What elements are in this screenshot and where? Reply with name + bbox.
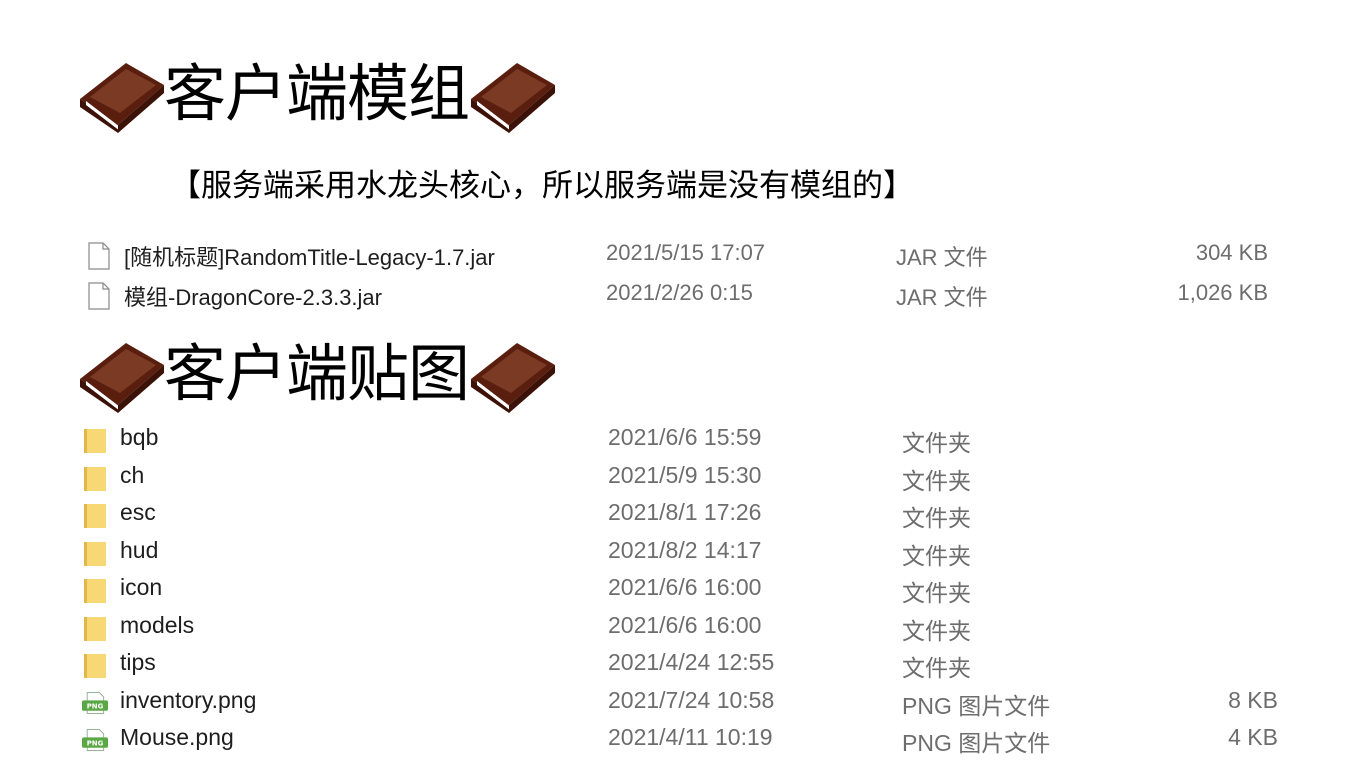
file-name: models <box>120 611 195 638</box>
file-name: inventory.png <box>120 686 257 713</box>
file-name: 模组-DragonCore-2.3.3.jar <box>124 285 382 310</box>
file-type: 文件夹 <box>902 467 971 494</box>
svg-text:PNG: PNG <box>87 740 104 748</box>
folder-row[interactable]: hud 2021/8/2 14:17 文件夹 <box>0 533 1366 569</box>
file-modified: 2021/8/1 17:26 <box>608 499 762 525</box>
folder-icon <box>84 504 106 528</box>
png-icon: PNG <box>82 729 108 751</box>
file-type: PNG 图片文件 <box>902 692 1051 719</box>
png-icon: PNG <box>82 691 108 714</box>
file-modified: 2021/2/26 0:15 <box>606 280 753 305</box>
file-modified: 2021/5/9 15:30 <box>608 461 762 488</box>
folder-icon <box>84 579 106 603</box>
file-modified: 2021/6/6 15:59 <box>608 424 762 450</box>
file-name: ch <box>120 461 145 488</box>
folder-row[interactable]: icon 2021/6/6 16:00 文件夹 <box>0 570 1366 606</box>
folder-row[interactable]: ch 2021/5/9 15:30 文件夹 <box>0 458 1366 494</box>
file-icon <box>88 242 110 270</box>
file-name: [随机标题]RandomTitle-Legacy-1.7.jar <box>124 245 495 270</box>
mods-section-heading: 客户端模组 <box>76 54 557 134</box>
file-type: 文件夹 <box>902 617 971 644</box>
file-type: PNG 图片文件 <box>902 730 1051 756</box>
file-modified: 2021/5/15 17:07 <box>606 240 766 265</box>
file-name: esc <box>120 499 156 525</box>
file-modified: 2021/8/2 14:17 <box>608 536 762 563</box>
server-note: 【服务端采用水龙头核心，所以服务端是没有模组的】 <box>170 168 914 204</box>
folder-icon <box>84 429 106 453</box>
file-type: 文件夹 <box>902 542 971 569</box>
file-type: JAR 文件 <box>896 245 988 270</box>
folder-icon <box>84 466 106 491</box>
file-row[interactable]: [随机标题]RandomTitle-Legacy-1.7.jar 2021/5/… <box>0 236 1366 272</box>
section-title: 客户端模组 <box>164 57 470 130</box>
file-row[interactable]: 模组-DragonCore-2.3.3.jar 2021/2/26 0:15 J… <box>0 276 1366 312</box>
file-row[interactable]: PNG Mouse.png 2021/4/11 10:19 PNG 图片文件 4… <box>0 720 1366 756</box>
file-modified: 2021/4/11 10:19 <box>608 724 773 750</box>
book-icon <box>471 63 556 133</box>
folder-row[interactable]: models 2021/6/6 16:00 文件夹 <box>0 608 1366 644</box>
file-name: Mouse.png <box>120 724 234 750</box>
book-icon <box>80 63 164 133</box>
book-icon <box>471 343 556 413</box>
file-modified: 2021/6/6 16:00 <box>608 574 762 600</box>
folder-row[interactable]: bqb 2021/6/6 15:59 文件夹 <box>0 420 1366 456</box>
file-size: 1,026 KB <box>1177 280 1268 305</box>
file-icon <box>88 282 110 310</box>
textures-section-heading: 客户端贴图 <box>76 334 557 414</box>
svg-text:PNG: PNG <box>87 702 104 710</box>
file-size: 8 KB <box>1228 686 1278 713</box>
book-icon <box>80 343 164 413</box>
file-type: 文件夹 <box>902 580 971 606</box>
section-title: 客户端贴图 <box>164 337 470 410</box>
file-name: icon <box>120 574 163 600</box>
file-modified: 2021/4/24 12:55 <box>608 649 775 675</box>
file-modified: 2021/7/24 10:58 <box>608 686 775 713</box>
file-name: hud <box>120 536 159 563</box>
file-type: 文件夹 <box>902 430 971 456</box>
file-type: JAR 文件 <box>896 285 988 310</box>
folder-icon <box>84 541 106 566</box>
file-size: 4 KB <box>1228 724 1278 750</box>
file-type: 文件夹 <box>902 655 971 681</box>
folder-icon <box>84 616 106 641</box>
file-name: bqb <box>120 424 159 450</box>
folder-icon <box>84 654 106 678</box>
file-type: 文件夹 <box>902 505 971 531</box>
folder-row[interactable]: tips 2021/4/24 12:55 文件夹 <box>0 645 1366 681</box>
file-name: tips <box>120 649 156 675</box>
file-modified: 2021/6/6 16:00 <box>608 611 762 638</box>
folder-row[interactable]: esc 2021/8/1 17:26 文件夹 <box>0 495 1366 531</box>
file-row[interactable]: PNG inventory.png 2021/7/24 10:58 PNG 图片… <box>0 683 1366 719</box>
file-size: 304 KB <box>1195 240 1268 265</box>
